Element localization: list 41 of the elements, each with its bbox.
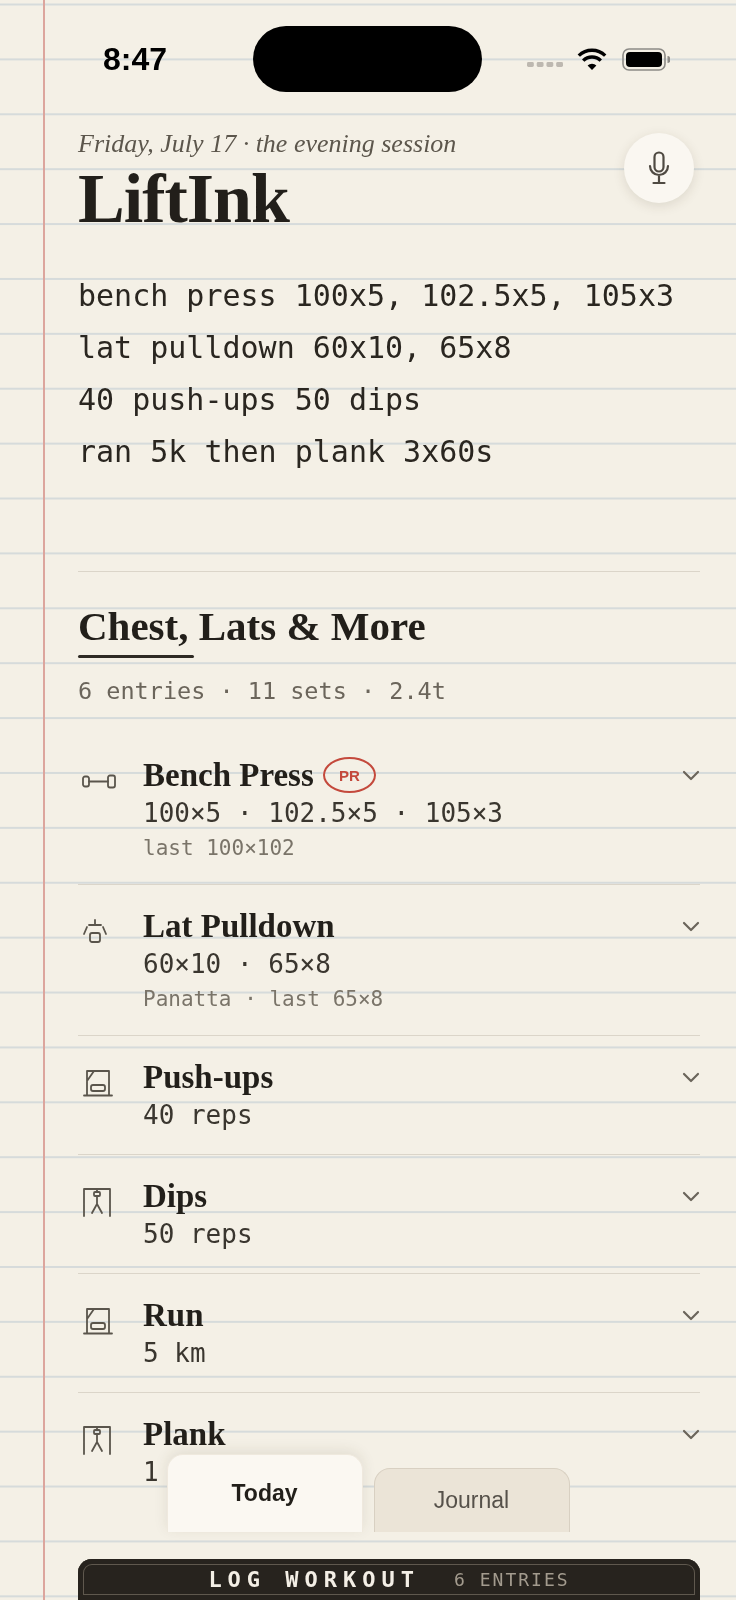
tab[interactable]: Today bbox=[166, 1454, 363, 1532]
exercise-name: Push-ups bbox=[143, 1058, 274, 1096]
barbell-icon bbox=[82, 773, 116, 789]
app-title: LiftInk bbox=[78, 164, 289, 234]
exercise-note: Panatta · last 65×8 bbox=[143, 986, 384, 1013]
set-summary: 1 bbox=[143, 1456, 159, 1489]
session-date: Friday, July 17 · the evening session bbox=[78, 129, 457, 159]
session-summary: 6 entries · 11 sets · 2.4t bbox=[78, 676, 446, 706]
exercise-note: last 100×102 bbox=[143, 835, 295, 862]
pulldown-bar-icon bbox=[82, 919, 108, 945]
chevron-down-icon[interactable] bbox=[682, 1071, 700, 1083]
exercise-name: Lat Pulldown bbox=[143, 907, 335, 945]
hanging-figure-icon bbox=[82, 1187, 112, 1217]
chevron-down-icon[interactable] bbox=[682, 1309, 700, 1321]
chevron-down-icon[interactable] bbox=[682, 1190, 700, 1202]
exercise-name: Dips bbox=[143, 1177, 208, 1215]
chevron-down-icon[interactable] bbox=[682, 920, 700, 932]
station-icon bbox=[82, 1307, 114, 1335]
notes-field[interactable]: bench press 100x5, 102.5x5, 105x3 lat pulldown 60x10, 65x8 40 push-ups 50 dips ran 5k then plank 3x60s bbox=[78, 270, 700, 571]
exercise-name: Bench Press bbox=[143, 756, 314, 794]
cellular-signal-icon bbox=[527, 62, 563, 67]
set-summary: 60×10 · 65×8 bbox=[143, 948, 331, 981]
tab[interactable]: Journal bbox=[373, 1468, 570, 1532]
set-summary: 5 km bbox=[143, 1337, 206, 1370]
set-summary: 40 reps bbox=[143, 1099, 253, 1132]
session-title: Chest, Lats & More bbox=[78, 602, 426, 650]
exercise-name: Plank bbox=[143, 1415, 226, 1453]
chevron-down-icon[interactable] bbox=[682, 1428, 700, 1440]
microphone-icon bbox=[647, 151, 671, 185]
log-workout-button[interactable]: LOG WORKOUT 6 ENTRIES bbox=[78, 1559, 700, 1600]
battery-icon bbox=[622, 47, 670, 71]
pr-badge: PR bbox=[322, 757, 376, 793]
set-summary: 50 reps bbox=[143, 1218, 253, 1251]
exercise-name: Run bbox=[143, 1296, 204, 1334]
set-summary: 100×5 · 102.5×5 · 105×3 bbox=[143, 797, 504, 830]
hanging-figure-icon bbox=[82, 1425, 112, 1455]
wifi-icon bbox=[577, 47, 607, 71]
station-icon bbox=[82, 1069, 114, 1097]
chevron-down-icon[interactable] bbox=[682, 769, 700, 781]
status-time: 8:47 bbox=[103, 41, 169, 77]
mic-button[interactable] bbox=[624, 133, 694, 203]
